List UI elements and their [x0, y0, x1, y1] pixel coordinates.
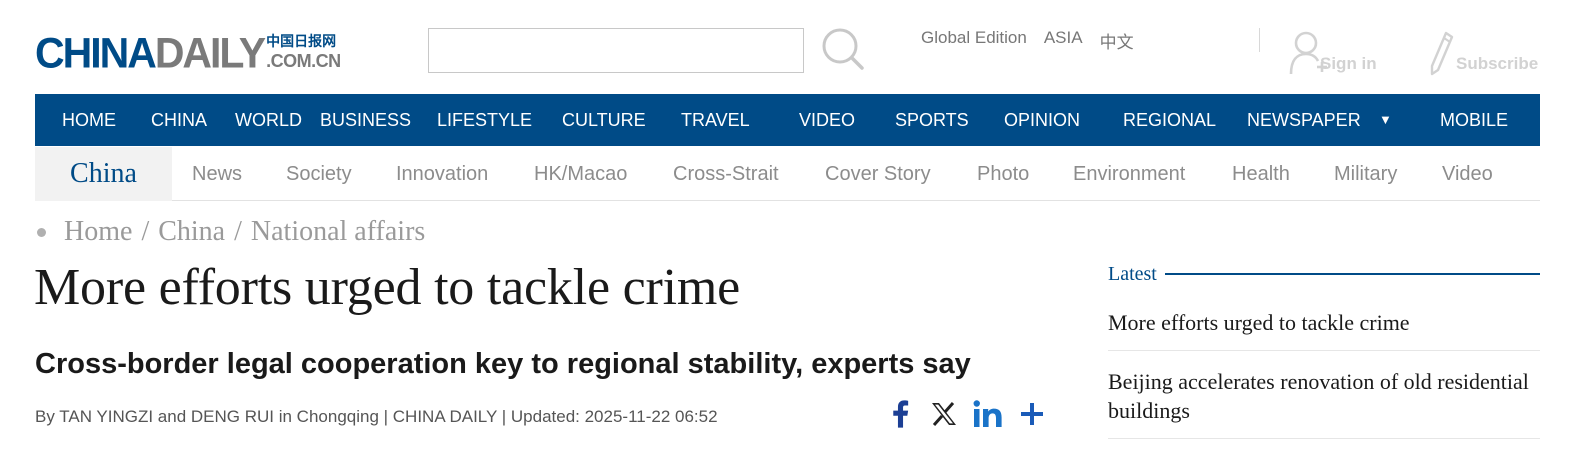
newspaper-dropdown-icon[interactable]: ▼ — [1379, 94, 1392, 146]
plus-icon[interactable] — [1010, 396, 1054, 432]
article-subheadline: Cross-border legal cooperation key to re… — [35, 348, 971, 380]
nav-culture[interactable]: CULTURE — [562, 94, 646, 146]
sign-in-button[interactable]: Sign in — [1288, 28, 1377, 76]
latest-item[interactable]: More efforts urged to tackle crime — [1108, 300, 1540, 351]
global-edition-link[interactable]: Global Edition — [921, 28, 1027, 53]
subnav-photo[interactable]: Photo — [977, 147, 1029, 201]
subnav-cross-strait[interactable]: Cross-Strait — [673, 147, 779, 201]
x-icon[interactable] — [922, 396, 966, 432]
breadcrumb-national-affairs[interactable]: National affairs — [251, 216, 425, 248]
breadcrumb-bullet — [37, 227, 46, 237]
logo-suffix: 中国日报网 .COM.CN — [266, 33, 341, 71]
subnav-hk-macao[interactable]: HK/Macao — [534, 147, 627, 201]
subnav-environment[interactable]: Environment — [1073, 147, 1185, 201]
facebook-icon[interactable] — [878, 396, 922, 432]
latest-divider — [1164, 273, 1540, 275]
logo-china-text: CHINA — [35, 28, 157, 78]
subnav-military[interactable]: Military — [1334, 147, 1397, 201]
nav-home[interactable]: HOME — [62, 94, 116, 146]
sign-in-label: Sign in — [1320, 54, 1377, 73]
main-nav: HOME CHINA WORLD BUSINESS LIFESTYLE CULT… — [35, 94, 1540, 146]
search-input[interactable] — [428, 28, 804, 73]
article-byline: By TAN YINGZI and DENG RUI in Chongqing … — [35, 407, 718, 426]
subnav-cover-story[interactable]: Cover Story — [825, 147, 931, 201]
chinese-edition-link[interactable]: 中文 — [1100, 28, 1134, 53]
subscribe-label: Subscribe — [1456, 54, 1539, 73]
logo-domain-text: .COM.CN — [266, 51, 341, 71]
nav-business[interactable]: BUSINESS — [320, 94, 411, 146]
logo-chinese-text: 中国日报网 — [266, 34, 337, 50]
header-divider — [1259, 28, 1260, 52]
nav-china[interactable]: CHINA — [151, 94, 207, 146]
breadcrumb-china[interactable]: China — [158, 216, 225, 248]
latest-label: Latest — [1108, 262, 1157, 285]
subnav-news[interactable]: News — [192, 147, 242, 201]
subnav-health[interactable]: Health — [1232, 147, 1290, 201]
latest-header: Latest — [1108, 262, 1540, 286]
nav-regional[interactable]: REGIONAL — [1123, 94, 1216, 146]
breadcrumb-separator: / — [234, 216, 242, 247]
section-title[interactable]: China — [35, 147, 172, 201]
section-subnav: China News Society Innovation HK/Macao C… — [35, 147, 1540, 201]
nav-opinion[interactable]: OPINION — [1004, 94, 1080, 146]
latest-list: More efforts urged to tackle crime Beiji… — [1108, 300, 1540, 439]
nav-world[interactable]: WORLD — [235, 94, 302, 146]
breadcrumb: Home / China / National affairs — [37, 214, 425, 250]
subscribe-button[interactable]: Subscribe — [1428, 30, 1538, 76]
nav-lifestyle[interactable]: LIFESTYLE — [437, 94, 532, 146]
breadcrumb-separator: / — [141, 216, 150, 247]
search-icon[interactable] — [820, 26, 866, 72]
breadcrumb-home[interactable]: Home — [64, 216, 132, 248]
subnav-society[interactable]: Society — [286, 147, 352, 201]
linkedin-icon[interactable] — [966, 396, 1010, 432]
nav-sports[interactable]: SPORTS — [895, 94, 969, 146]
china-daily-logo[interactable]: CHINA DAILY 中国日报网 .COM.CN — [35, 28, 341, 78]
asia-edition-link[interactable]: ASIA — [1044, 28, 1083, 53]
article-headline: More efforts urged to tackle crime — [34, 259, 741, 316]
nav-video[interactable]: VIDEO — [799, 94, 855, 146]
pencil-icon — [1430, 31, 1454, 76]
edition-links: Global Edition ASIA 中文 — [921, 28, 1134, 53]
nav-newspaper[interactable]: NEWSPAPER — [1247, 94, 1361, 146]
subnav-video[interactable]: Video — [1442, 147, 1493, 201]
nav-travel[interactable]: TRAVEL — [681, 94, 750, 146]
logo-daily-text: DAILY — [154, 28, 266, 78]
nav-mobile[interactable]: MOBILE — [1440, 94, 1508, 146]
latest-item[interactable]: Beijing accelerates renovation of old re… — [1108, 351, 1540, 439]
share-bar — [878, 396, 1054, 432]
subnav-innovation[interactable]: Innovation — [396, 147, 488, 201]
